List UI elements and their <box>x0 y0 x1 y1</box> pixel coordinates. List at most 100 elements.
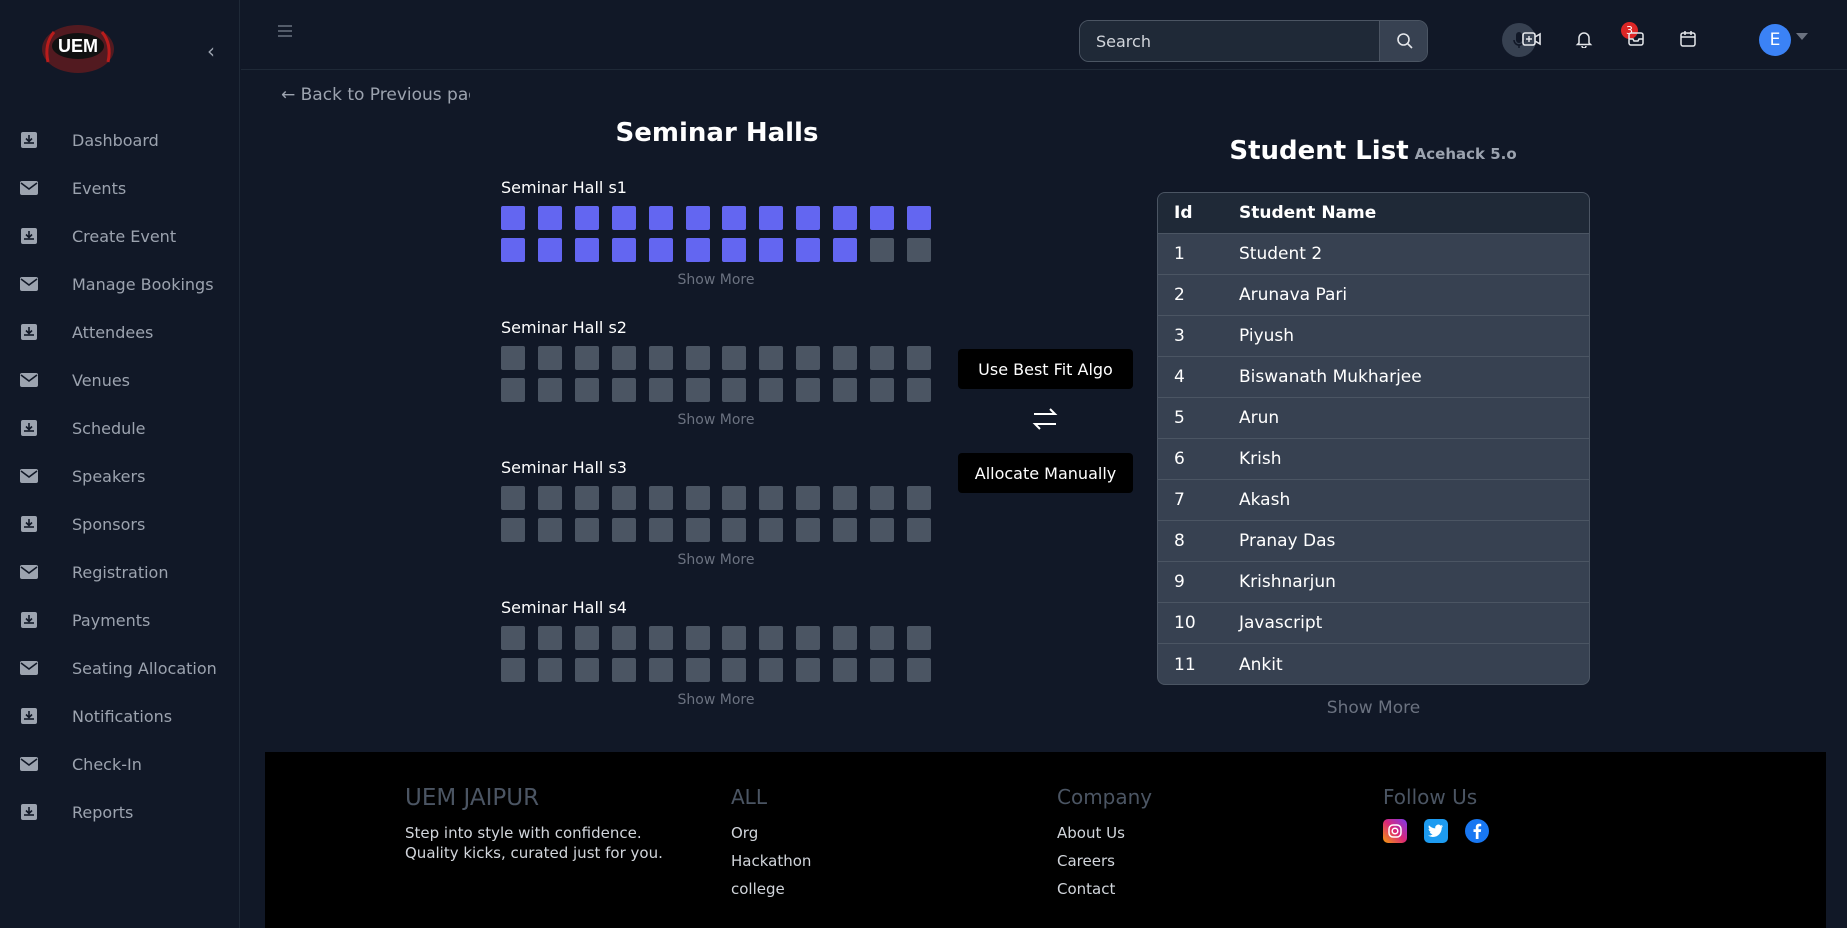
sidebar-item-reports[interactable]: Reports <box>0 788 240 836</box>
seat[interactable] <box>722 518 746 542</box>
seat[interactable] <box>907 378 931 402</box>
seat[interactable] <box>612 238 636 262</box>
collapse-sidebar-button[interactable]: ‹ <box>202 40 220 62</box>
seat[interactable] <box>833 658 857 682</box>
seat[interactable] <box>870 206 894 230</box>
hall-show-more[interactable]: Show More <box>501 692 931 708</box>
seat[interactable] <box>612 206 636 230</box>
seat[interactable] <box>501 238 525 262</box>
seat[interactable] <box>796 658 820 682</box>
seat[interactable] <box>575 346 599 370</box>
seat[interactable] <box>649 486 673 510</box>
sidebar-item-seating-allocation[interactable]: Seating Allocation <box>0 644 240 692</box>
sidebar-item-venues[interactable]: Venues <box>0 356 240 404</box>
seat[interactable] <box>759 238 783 262</box>
seat[interactable] <box>722 238 746 262</box>
seat[interactable] <box>686 518 710 542</box>
instagram-icon[interactable] <box>1383 819 1407 843</box>
seat[interactable] <box>722 486 746 510</box>
sidebar-item-dashboard[interactable]: Dashboard <box>0 116 240 164</box>
sidebar-item-check-in[interactable]: Check-In <box>0 740 240 788</box>
notifications-button[interactable] <box>1569 22 1599 56</box>
table-row[interactable]: 4 Biswanath Mukharjee <box>1158 357 1589 398</box>
seat[interactable] <box>538 486 562 510</box>
seat[interactable] <box>686 238 710 262</box>
seat[interactable] <box>649 346 673 370</box>
sidebar-item-attendees[interactable]: Attendees <box>0 308 240 356</box>
inbox-button[interactable] <box>1621 22 1651 56</box>
uem-logo[interactable]: UEM <box>38 22 118 76</box>
seat[interactable] <box>722 346 746 370</box>
table-row[interactable]: 7 Akash <box>1158 480 1589 521</box>
seat[interactable] <box>538 378 562 402</box>
seat[interactable] <box>575 238 599 262</box>
seat[interactable] <box>501 206 525 230</box>
seat[interactable] <box>796 378 820 402</box>
seat[interactable] <box>501 346 525 370</box>
seat[interactable] <box>870 238 894 262</box>
seat[interactable] <box>649 518 673 542</box>
seat[interactable] <box>833 518 857 542</box>
seat[interactable] <box>575 626 599 650</box>
seat[interactable] <box>686 206 710 230</box>
table-row[interactable]: 10 Javascript <box>1158 603 1589 644</box>
back-link[interactable]: ← Back to Previous page <box>281 85 470 105</box>
footer-link-contact[interactable]: Contact <box>1057 875 1152 903</box>
seat[interactable] <box>649 378 673 402</box>
seat[interactable] <box>686 378 710 402</box>
footer-link-careers[interactable]: Careers <box>1057 847 1152 875</box>
seat[interactable] <box>796 346 820 370</box>
footer-link-about[interactable]: About Us <box>1057 819 1152 847</box>
sidebar-item-registration[interactable]: Registration <box>0 548 240 596</box>
seat[interactable] <box>649 238 673 262</box>
best-fit-algo-button[interactable]: Use Best Fit Algo <box>958 349 1133 389</box>
seat[interactable] <box>759 206 783 230</box>
seat[interactable] <box>907 346 931 370</box>
sidebar-item-payments[interactable]: Payments <box>0 596 240 644</box>
hamburger-menu-icon[interactable] <box>276 22 294 40</box>
search-button[interactable] <box>1379 21 1427 61</box>
seat[interactable] <box>538 206 562 230</box>
sidebar-item-speakers[interactable]: Speakers <box>0 452 240 500</box>
seat[interactable] <box>907 238 931 262</box>
seat[interactable] <box>907 518 931 542</box>
seat[interactable] <box>833 238 857 262</box>
footer-link-college[interactable]: college <box>731 875 811 903</box>
seat[interactable] <box>759 658 783 682</box>
seat[interactable] <box>833 346 857 370</box>
hall-show-more[interactable]: Show More <box>501 272 931 288</box>
seat[interactable] <box>649 658 673 682</box>
seat[interactable] <box>538 658 562 682</box>
seat[interactable] <box>759 626 783 650</box>
seat[interactable] <box>722 626 746 650</box>
seat[interactable] <box>649 626 673 650</box>
seat[interactable] <box>796 518 820 542</box>
user-avatar[interactable]: E <box>1759 24 1791 56</box>
seat[interactable] <box>575 206 599 230</box>
seat[interactable] <box>575 518 599 542</box>
seat[interactable] <box>575 658 599 682</box>
seat[interactable] <box>796 486 820 510</box>
column-header-id[interactable]: Id <box>1158 203 1239 223</box>
seat[interactable] <box>907 486 931 510</box>
seat[interactable] <box>612 486 636 510</box>
seat[interactable] <box>649 206 673 230</box>
sidebar-item-schedule[interactable]: Schedule <box>0 404 240 452</box>
seat[interactable] <box>686 346 710 370</box>
seat[interactable] <box>538 626 562 650</box>
seat[interactable] <box>612 346 636 370</box>
table-row[interactable]: 6 Krish <box>1158 439 1589 480</box>
seat[interactable] <box>686 626 710 650</box>
table-row[interactable]: 8 Pranay Das <box>1158 521 1589 562</box>
table-row[interactable]: 5 Arun <box>1158 398 1589 439</box>
calendar-button[interactable] <box>1673 22 1703 56</box>
seat[interactable] <box>501 658 525 682</box>
footer-link-hackathon[interactable]: Hackathon <box>731 847 811 875</box>
seat[interactable] <box>759 518 783 542</box>
search-input[interactable] <box>1080 21 1378 61</box>
seat[interactable] <box>612 378 636 402</box>
seat[interactable] <box>759 378 783 402</box>
table-row[interactable]: 2 Arunava Pari <box>1158 275 1589 316</box>
twitter-icon[interactable] <box>1424 819 1448 843</box>
student-list-show-more[interactable]: Show More <box>1157 698 1590 718</box>
